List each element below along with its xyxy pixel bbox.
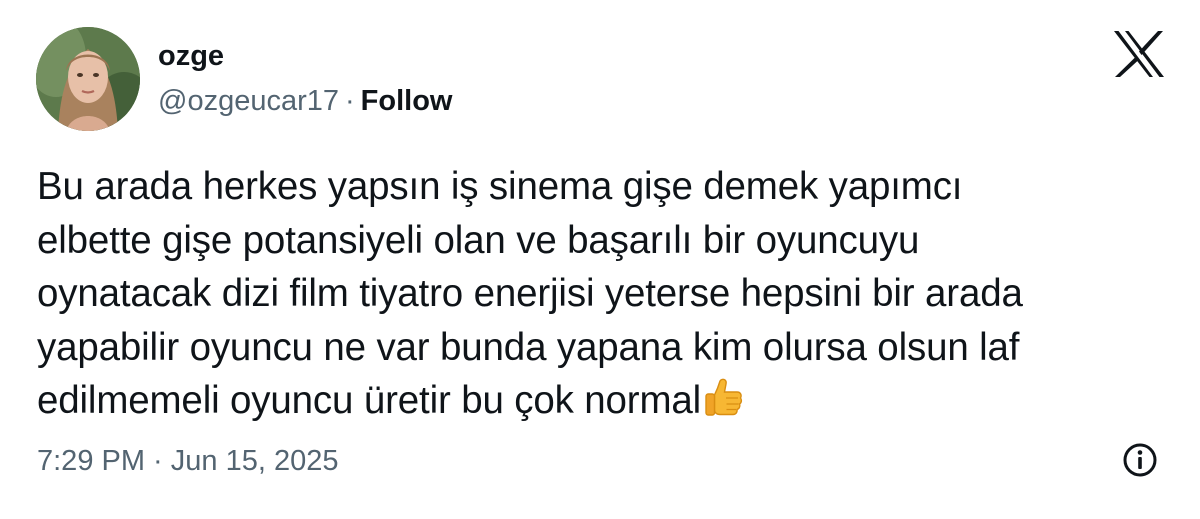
tweet-line: Bu arada herkes yapsın iş sinema gişe de… [37,165,963,208]
display-name[interactable]: ozge [158,38,453,74]
tweet-text: Bu arada herkes yapsın iş sinema gişe de… [37,160,1167,428]
tweet-line: edilmemeli oyuncu üretir bu çok normal [37,379,702,422]
tweet-line: yapabilir oyuncu ne var bunda yapana kim… [37,325,1020,369]
follow-button[interactable]: Follow [361,85,453,117]
separator-dot: · [345,85,355,117]
info-icon[interactable] [1122,442,1158,478]
handle-row: @ozgeucar17 · Follow [158,83,453,119]
tweet-timestamp[interactable]: 7:29 PM · Jun 15, 2025 [37,443,338,479]
tweet-line: elbette gişe potansiyeli olan ve başarıl… [37,218,920,262]
avatar[interactable] [36,27,140,131]
avatar-photo [36,27,140,131]
x-logo-icon[interactable] [1114,31,1164,77]
tweet-line: oynatacak dizi film tiyatro enerjisi yet… [37,272,1023,315]
tweet-card: ozge @ozgeucar17 · Follow Bu arada herkes … [0,0,1200,519]
user-handle[interactable]: @ozgeucar17 [158,85,339,117]
user-info: ozge @ozgeucar17 · Follow [158,38,453,119]
thumbs-up-icon [702,375,746,419]
